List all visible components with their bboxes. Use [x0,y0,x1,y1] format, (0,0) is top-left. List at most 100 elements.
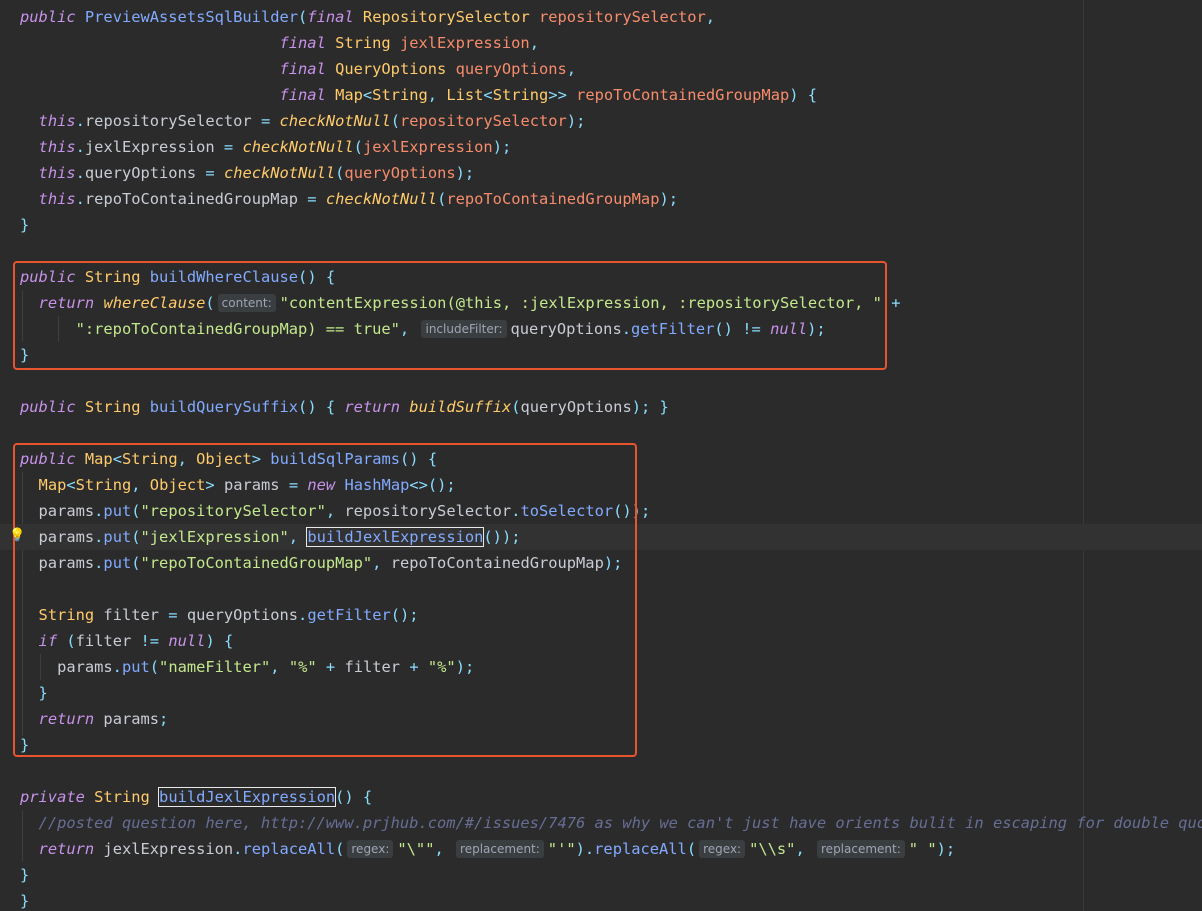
code-comment-line[interactable]: //posted question here, http://www.prjhu… [0,810,1202,836]
assignment-line[interactable]: this.queryOptions = checkNotNull(queryOp… [0,160,1202,186]
filter-declaration-line[interactable]: String filter = queryOptions.getFilter()… [0,602,1202,628]
identifier-token [159,632,168,650]
type-token: String [492,86,549,104]
code-editor[interactable]: public PreviewAssetsSqlBuilder(final Rep… [0,0,1202,911]
lightbulb-icon[interactable]: 💡 [9,526,25,546]
string-literal-token: "%" [427,658,456,676]
assignment-line[interactable]: this.repositorySelector = checkNotNull(r… [0,108,1202,134]
assignment-line[interactable]: this.jexlExpression = checkNotNull(jexlE… [0,134,1202,160]
assignment-line[interactable]: this.repoToContainedGroupMap = checkNotN… [0,186,1202,212]
code-line-content: if (filter != null) { [20,628,234,654]
highlighted-usage-token[interactable]: buildJexlExpression [306,527,485,547]
closing-brace-line[interactable]: } [0,680,1202,706]
identifier-token [20,190,39,208]
method-name-token[interactable]: put [122,658,150,676]
return-params-line[interactable]: return params; [0,706,1202,732]
blank-line[interactable] [0,238,1202,264]
blank-line[interactable] [0,576,1202,602]
static-method-token[interactable]: checkNotNull [326,190,437,208]
identifier-token: repoToContainedGroupMap [84,190,308,208]
identifier-token [150,788,159,806]
params-put-line[interactable]: params.put("repoToContainedGroupMap", re… [0,550,1202,576]
string-literal-token: "%" [288,658,317,676]
punctuation-token: + [409,658,419,676]
build-query-suffix-line[interactable]: public String buildQuerySuffix() { retur… [0,394,1202,420]
punctuation-token: . [298,606,308,624]
string-literal-token: ":repoToContainedGroupMap) == true" [75,320,400,338]
punctuation-token: = [223,138,234,156]
params-declaration-line[interactable]: Map<String, Object> params = new HashMap… [0,472,1202,498]
punctuation-token: } [20,346,30,364]
punctuation-token: ( [353,138,363,156]
static-method-token[interactable]: buildSuffix [409,398,511,416]
method-name-token[interactable]: HashMap [344,476,409,494]
closing-brace-line[interactable]: } [0,342,1202,368]
highlighted-usage-token[interactable]: buildJexlExpression [158,787,337,807]
method-name-token[interactable]: replaceAll [242,840,335,858]
punctuation-token: . [75,190,85,208]
constructor-signature-line[interactable]: public PreviewAssetsSqlBuilder(final Rep… [0,4,1202,30]
method-name-token[interactable]: put [103,528,131,546]
identifier-token [419,658,428,676]
class-closing-brace-line[interactable]: } [0,888,1202,911]
static-method-token[interactable]: checkNotNull [224,164,335,182]
constructor-param-line[interactable]: final Map<String, List<String>> repoToCo… [0,82,1202,108]
punctuation-token: , [177,450,197,468]
punctuation-token: ( [66,632,76,650]
method-name-token[interactable]: PreviewAssetsSqlBuilder [85,8,298,26]
method-name-token[interactable]: buildWhereClause [150,268,298,286]
punctuation-token: () { [400,450,438,468]
return-jexl-line[interactable]: return jexlExpression.replaceAll(regex: "… [0,836,1202,862]
string-literal-token: "nameFilter" [159,658,271,676]
string-literal-token: "contentExpression(@this, :jexlExpressio… [279,294,882,312]
method-name-token[interactable]: buildQuerySuffix [150,398,298,416]
blank-line[interactable] [0,420,1202,446]
string-literal-token: "jexlExpression" [140,528,289,546]
static-method-token[interactable]: checkNotNull [242,138,353,156]
static-method-token[interactable]: checkNotNull [280,112,391,130]
params-put-line[interactable]: params.put("nameFilter", "%" + filter + … [0,654,1202,680]
method-name-token[interactable]: replaceAll [594,840,687,858]
type-token: String [38,606,95,624]
keyword-token: final [307,8,354,26]
build-where-clause-continuation-line[interactable]: ":repoToContainedGroupMap) == true", inc… [0,316,1202,342]
params-put-line[interactable]: params.put("repositorySelector", reposit… [0,498,1202,524]
identifier-token [409,320,418,338]
identifier-token: params [223,476,289,494]
static-method-token[interactable]: whereClause [103,294,205,312]
punctuation-token: ( [511,398,521,416]
type-token: String [372,86,428,104]
identifier-token: jexlExpression [94,840,234,858]
method-name-token[interactable]: put [103,502,131,520]
if-filter-line[interactable]: if (filter != null) { [0,628,1202,654]
punctuation-token: () { [298,268,336,286]
method-name-token[interactable]: getFilter [307,606,390,624]
method-name-token[interactable]: put [103,554,131,572]
build-sql-params-signature-line[interactable]: public Map<String, Object> buildSqlParam… [0,446,1202,472]
build-where-clause-signature-line[interactable]: public String buildWhereClause() { [0,264,1202,290]
punctuation-token: ( [149,658,160,676]
identifier-token [20,710,39,728]
type-token: Map [38,476,67,494]
method-name-token[interactable]: buildSqlParams [270,450,400,468]
closing-brace-line[interactable]: } [0,212,1202,238]
method-name-token[interactable]: toSelector [520,502,613,520]
closing-brace-line[interactable]: } [0,862,1202,888]
parameter-token: queryOptions [455,60,567,78]
closing-brace-line[interactable]: } [0,732,1202,758]
punctuation-token: ); [936,840,956,858]
punctuation-token: () { [298,398,336,416]
constructor-param-line[interactable]: final String jexlExpression, [0,30,1202,56]
constructor-param-line[interactable]: final QueryOptions queryOptions, [0,56,1202,82]
blank-line[interactable] [0,368,1202,394]
type-token: QueryOptions [335,60,447,78]
params-put-line[interactable]: params.put("jexlExpression", buildJexlEx… [0,524,1202,550]
method-name-token[interactable]: getFilter [631,320,714,338]
build-jexl-expression-signature-line[interactable]: private String buildJexlExpression() { [0,784,1202,810]
punctuation-token: ) { [205,632,234,650]
code-line-content: public PreviewAssetsSqlBuilder(final Rep… [20,4,715,30]
keyword-token: public [20,450,76,468]
blank-line[interactable] [0,758,1202,784]
parameter-token: jexlExpression [362,138,493,156]
build-where-clause-return-line[interactable]: return whereClause(content: "contentExpre… [0,290,1202,316]
